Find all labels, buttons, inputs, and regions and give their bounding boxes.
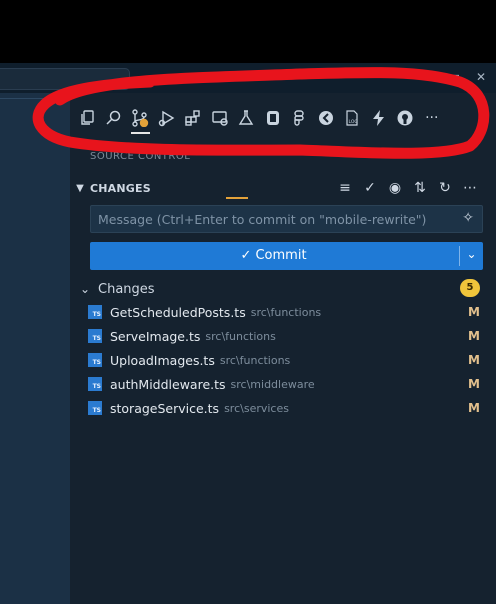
group-label: Changes xyxy=(98,281,155,297)
testing-icon[interactable] xyxy=(233,100,260,136)
pull-request-icon[interactable]: ⇅ xyxy=(412,180,428,196)
stage-all-icon[interactable]: ◉ xyxy=(387,180,403,196)
file-status: M xyxy=(468,353,480,367)
docker-icon[interactable] xyxy=(313,100,340,136)
typescript-file-icon: TS xyxy=(88,305,102,319)
typescript-file-icon: TS xyxy=(88,377,102,391)
commit-check-icon[interactable]: ✓ xyxy=(362,180,378,196)
file-name: authMiddleware.ts xyxy=(110,376,226,392)
commit-message-input[interactable]: Message (Ctrl+Enter to commit on "mobile… xyxy=(90,205,483,233)
file-status: M xyxy=(468,377,480,391)
file-path: src\functions xyxy=(250,305,322,319)
chevron-down-icon[interactable]: ⌄ xyxy=(80,282,98,296)
typescript-file-icon: TS xyxy=(88,329,102,343)
sparkle-icon[interactable]: ✧ xyxy=(462,210,474,226)
file-status: M xyxy=(468,401,480,415)
database-icon[interactable] xyxy=(260,100,287,136)
changes-count-badge: 5 xyxy=(460,279,480,297)
refresh-icon[interactable]: ↻ xyxy=(437,180,453,196)
file-path: src\functions xyxy=(219,353,291,367)
section-title: SOURCE CONTROL xyxy=(90,151,191,162)
svg-text:LOG: LOG xyxy=(349,119,359,125)
file-status: M xyxy=(468,329,480,343)
log-icon[interactable]: LOG xyxy=(339,100,366,136)
file-status: M xyxy=(468,305,480,319)
more-actions-icon[interactable]: ⋯ xyxy=(462,180,478,196)
search-icon[interactable] xyxy=(101,100,128,136)
view-as-list-icon[interactable]: ≡ xyxy=(337,180,353,196)
list-item[interactable]: TS storageService.ts src\services M xyxy=(88,397,488,419)
typescript-file-icon: TS xyxy=(88,401,102,415)
lightning-icon[interactable] xyxy=(366,100,393,136)
github-icon[interactable] xyxy=(392,100,419,136)
activity-toolbar: LOG ··· xyxy=(74,100,474,136)
file-path: src\functions xyxy=(205,329,276,343)
list-item[interactable]: TS UploadImages.ts src\functions M xyxy=(88,349,488,371)
commit-button[interactable]: ✓ Commit ⌄ xyxy=(90,242,483,270)
list-item[interactable]: TS GetScheduledPosts.ts src\functions M xyxy=(88,301,488,323)
command-center-search[interactable] xyxy=(0,68,130,90)
active-tab-indicator xyxy=(226,197,248,199)
file-path: src\middleware xyxy=(230,377,315,391)
close-window-icon[interactable]: ✕ xyxy=(476,70,486,84)
figma-icon[interactable] xyxy=(286,100,313,136)
run-debug-icon[interactable] xyxy=(154,100,181,136)
list-item[interactable]: TS authMiddleware.ts src\middleware M xyxy=(88,373,488,395)
file-name: UploadImages.ts xyxy=(110,352,215,368)
restore-window-icon[interactable]: ▫ xyxy=(452,70,460,84)
changes-group[interactable]: ⌄ Changes 5 xyxy=(80,279,496,299)
commit-dropdown-icon[interactable]: ⌄ xyxy=(460,247,483,261)
source-control-icon[interactable] xyxy=(127,100,154,136)
explorer-icon[interactable] xyxy=(74,100,101,136)
file-path: src\services xyxy=(224,401,289,415)
changes-section-header[interactable]: ▼ CHANGES ≡ ✓ ◉ ⇅ ↻ ⋯ xyxy=(70,178,496,198)
file-name: storageService.ts xyxy=(110,400,220,416)
more-icon[interactable]: ··· xyxy=(419,100,446,136)
chevron-down-icon[interactable]: ▼ xyxy=(70,183,90,194)
file-name: GetScheduledPosts.ts xyxy=(110,304,246,320)
editor-area xyxy=(0,93,70,604)
message-placeholder: Message (Ctrl+Enter to commit on "mobile… xyxy=(98,212,427,227)
typescript-file-icon: TS xyxy=(88,353,102,367)
file-name: ServeImage.ts xyxy=(110,328,201,344)
list-item[interactable]: TS ServeImage.ts src\functions M xyxy=(88,325,488,347)
extensions-icon[interactable] xyxy=(180,100,207,136)
commit-button-label: ✓ Commit xyxy=(240,248,307,263)
remote-explorer-icon[interactable] xyxy=(207,100,234,136)
changes-header-title: CHANGES xyxy=(90,181,151,195)
